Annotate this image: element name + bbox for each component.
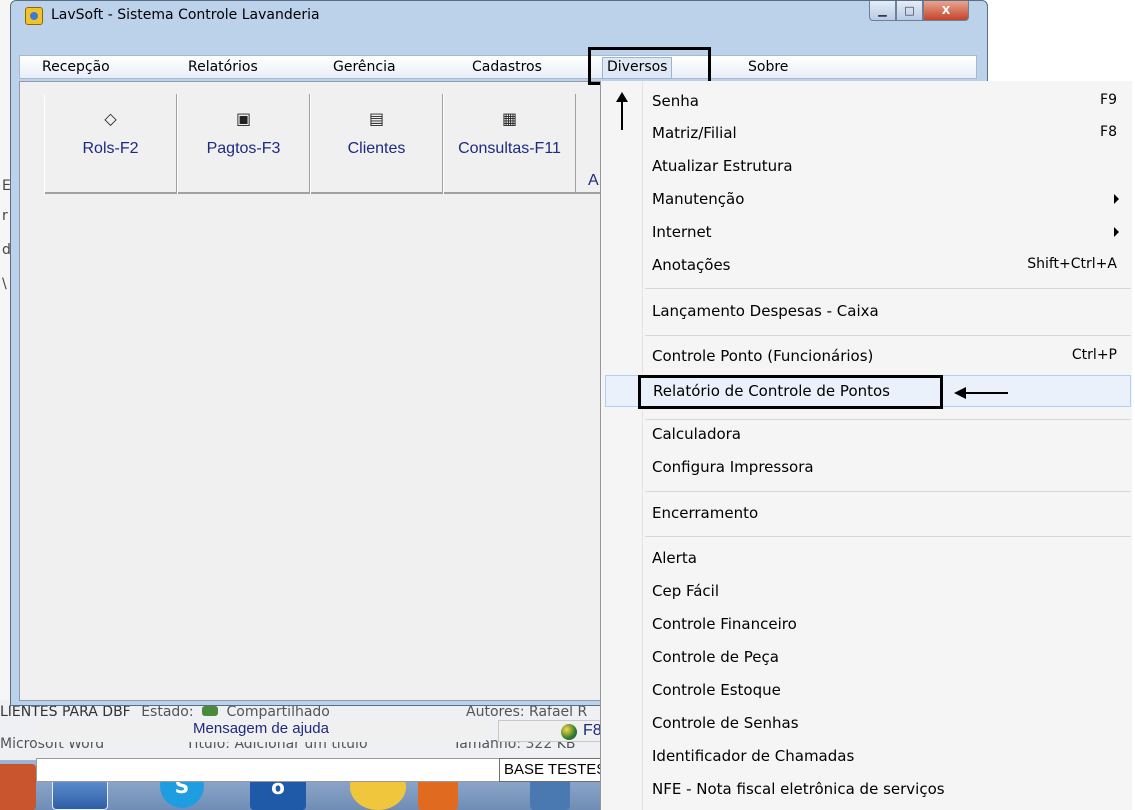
authors-value: Rafael R: [529, 704, 588, 720]
document-icon: ▤: [368, 109, 385, 128]
title-bar[interactable]: LavSoft - Sistema Controle Lavanderia ▁ …: [11, 1, 987, 31]
menu-item-label: Alerta: [652, 549, 697, 567]
window-title: LavSoft - Sistema Controle Lavanderia: [51, 7, 320, 23]
menu-item-label: Senha: [652, 92, 699, 110]
minimize-button[interactable]: ▁: [869, 1, 896, 21]
clientes-label: Clientes: [347, 140, 406, 157]
menu-item-label: Anotações: [652, 256, 731, 274]
close-icon: X: [941, 4, 951, 17]
menu-item-label: Identificador de Chamadas: [652, 747, 855, 765]
menu-item-label: Encerramento: [652, 504, 759, 522]
background-text-fragment: r: [2, 208, 8, 224]
printer-icon: ▣: [235, 109, 252, 128]
menu-recepcao[interactable]: Recepção: [42, 59, 110, 75]
menu-separator: [645, 536, 1131, 537]
status-bar-bottom: BASE TESTES: [36, 758, 627, 782]
rols-button[interactable]: ◇ Rols-F2: [44, 94, 177, 194]
shortcut-label: Shift+Ctrl+A: [1027, 256, 1117, 272]
menu-item-label: Calculadora: [652, 425, 742, 443]
menu-item-label: Controle de Peça: [652, 648, 779, 666]
menu-item-encerramento[interactable]: Encerramento: [643, 498, 1131, 528]
menu-separator: [645, 491, 1131, 492]
background-text-fragment: \: [2, 276, 7, 292]
menu-item-label: Controle Financeiro: [652, 615, 797, 633]
rols-label: Rols-F2: [82, 140, 139, 157]
consultas-label: Consultas-F11: [458, 140, 561, 157]
arrow-left-annotation: [954, 387, 1008, 399]
background-window-edge: [0, 0, 10, 700]
menu-item-controle-senhas[interactable]: Controle de Senhas: [643, 708, 1131, 738]
menu-item-controle-financeiro[interactable]: Controle Financeiro: [643, 609, 1131, 639]
shortcut-label: Ctrl+P: [1071, 347, 1117, 363]
book-icon: ◇: [104, 109, 117, 128]
menu-item-manutencao[interactable]: Manutenção: [643, 184, 1131, 214]
menu-item-label: Configura Impressora: [652, 458, 814, 476]
shortcut-label: F9: [1100, 92, 1117, 108]
menu-sobre[interactable]: Sobre: [748, 59, 788, 75]
window-controls: ▁ □ X: [869, 1, 969, 21]
highlight-box-relatorio: [638, 375, 943, 409]
menu-item-controle-peca[interactable]: Controle de Peça: [643, 642, 1131, 672]
menu-item-label: Atualizar Estrutura: [652, 157, 793, 175]
state-label: Estado:: [141, 704, 194, 720]
chrome-icon[interactable]: [0, 764, 36, 810]
menu-bar: Recepção Relatórios Gerência Cadastros D…: [19, 55, 977, 79]
menu-item-nfe[interactable]: NFE - Nota fiscal eletrônica de serviços: [643, 774, 1131, 804]
menu-item-controle-ponto[interactable]: Controle Ponto (Funcionários) Ctrl+P: [643, 341, 1131, 371]
submenu-arrow-icon: [1114, 227, 1119, 237]
menu-item-alerta[interactable]: Alerta: [643, 543, 1131, 573]
menu-item-label: Manutenção: [652, 190, 745, 208]
shared-icon: [202, 706, 219, 716]
menu-item-label: Lançamento Despesas - Caixa: [652, 302, 879, 320]
partial-toolbar-label[interactable]: A: [588, 172, 599, 190]
menu-item-label: Controle de Senhas: [652, 714, 799, 732]
file-name: LIENTES PARA DBF: [0, 704, 131, 720]
menu-item-label: Matriz/Filial: [652, 124, 737, 142]
menu-item-cep-facil[interactable]: Cep Fácil: [643, 576, 1131, 606]
clientes-button[interactable]: ▤ Clientes: [310, 94, 443, 194]
menu-relatorios[interactable]: Relatórios: [188, 59, 258, 75]
menu-item-controle-estoque[interactable]: Controle Estoque: [643, 675, 1131, 705]
help-message: Mensagem de ajuda: [36, 720, 486, 742]
submenu-arrow-icon: [1114, 194, 1119, 204]
menu-item-label: Controle Ponto (Funcionários): [652, 347, 874, 365]
menu-cadastros[interactable]: Cadastros: [472, 59, 542, 75]
status-bar-top: Mensagem de ajuda F8: [36, 720, 626, 742]
close-button[interactable]: X: [923, 1, 969, 21]
menu-item-label: Controle Estoque: [652, 681, 781, 699]
state-value: Compartilhado: [226, 704, 330, 720]
menu-item-atualizar-estrutura[interactable]: Atualizar Estrutura: [643, 151, 1131, 181]
authors-label: Autores:: [466, 704, 525, 720]
shortcut-label: F8: [1100, 124, 1117, 140]
minimize-icon: ▁: [878, 4, 887, 17]
diversos-dropdown-menu: Senha F9 Matriz/Filial F8 Atualizar Estr…: [600, 81, 1132, 810]
f8-label: F8: [583, 722, 602, 739]
menu-item-lancamento-despesas[interactable]: Lançamento Despesas - Caixa: [643, 296, 1131, 326]
pagtos-label: Pagtos-F3: [206, 140, 281, 157]
menu-item-matriz-filial[interactable]: Matriz/Filial F8: [643, 118, 1131, 148]
menu-item-anotacoes[interactable]: Anotações Shift+Ctrl+A: [643, 250, 1131, 280]
calculator-icon: ▦: [501, 109, 518, 128]
app-icon: [25, 7, 43, 25]
maximize-button[interactable]: □: [896, 1, 923, 21]
menu-separator: [645, 335, 1131, 336]
arrow-up-annotation: [616, 92, 628, 130]
maximize-icon: □: [904, 4, 915, 17]
menu-separator: [645, 288, 1131, 289]
consultas-button[interactable]: ▦ Consultas-F11: [443, 94, 576, 194]
highlight-box-diversos: [588, 47, 711, 85]
menu-item-internet[interactable]: Internet: [643, 217, 1131, 247]
pagtos-button[interactable]: ▣ Pagtos-F3: [177, 94, 310, 194]
menu-item-label: Internet: [652, 223, 712, 241]
menu-item-identificador-chamadas[interactable]: Identificador de Chamadas: [643, 741, 1131, 771]
menu-item-configura-impressora[interactable]: Configura Impressora: [643, 452, 1131, 482]
menu-item-label: Cep Fácil: [652, 582, 720, 600]
toolbar: ◇ Rols-F2 ▣ Pagtos-F3 ▤ Clientes ▦ Consu…: [44, 90, 624, 194]
menu-item-senha[interactable]: Senha F9: [643, 86, 1131, 116]
globe-icon: [561, 724, 577, 740]
menu-item-label: NFE - Nota fiscal eletrônica de serviços: [652, 780, 945, 798]
menu-gerencia[interactable]: Gerência: [333, 59, 396, 75]
menu-gutter: [601, 81, 643, 810]
menu-item-calculadora[interactable]: Calculadora: [643, 419, 1131, 449]
